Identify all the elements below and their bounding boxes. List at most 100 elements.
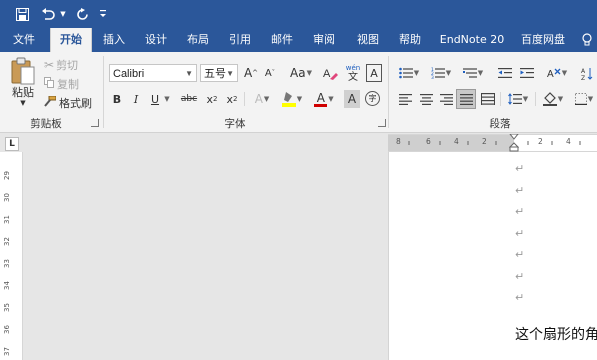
phonetic-guide-button[interactable]: wén 文 bbox=[344, 62, 362, 84]
chevron-down-icon[interactable]: ▼ bbox=[226, 65, 234, 83]
chevron-down-icon: ▼ bbox=[557, 95, 564, 103]
bold-button[interactable]: B bbox=[110, 90, 124, 108]
paragraph-mark: ↵ bbox=[515, 269, 525, 283]
font-size-value: 五号 bbox=[204, 68, 226, 80]
shading-button[interactable]: ▼ bbox=[540, 90, 566, 108]
paragraph-mark: ↵ bbox=[515, 205, 525, 218]
cut-button[interactable]: ✂ 剪切 bbox=[44, 57, 78, 72]
grow-font-button[interactable]: A ^ bbox=[243, 64, 259, 82]
subscript-button[interactable]: x2 bbox=[204, 90, 220, 108]
ruler-tick-label: 37 bbox=[3, 347, 11, 356]
clipboard-group-label: 剪贴板 bbox=[30, 118, 62, 130]
line-spacing-button[interactable]: ▼ bbox=[505, 90, 531, 108]
tab-home[interactable]: 开始 bbox=[50, 28, 92, 52]
paragraph-mark: ↵ bbox=[515, 291, 525, 304]
align-center-icon[interactable] bbox=[417, 90, 435, 108]
bullets-button[interactable]: ▼ bbox=[396, 64, 422, 82]
paste-icon[interactable] bbox=[8, 56, 38, 86]
multilevel-list-button[interactable]: ▼ bbox=[460, 64, 486, 82]
decrease-indent-icon[interactable] bbox=[496, 64, 514, 82]
tab-mailings[interactable]: 邮件 bbox=[264, 28, 300, 52]
tab-references[interactable]: 引用 bbox=[222, 28, 258, 52]
change-case-button[interactable]: Aa ▼ bbox=[286, 64, 316, 82]
copy-button[interactable]: 复制 bbox=[44, 76, 79, 91]
tab-review[interactable]: 审阅 bbox=[306, 28, 342, 52]
redo-icon[interactable] bbox=[72, 4, 92, 24]
format-painter-button[interactable]: 格式刷 bbox=[44, 95, 92, 110]
copy-label: 复制 bbox=[57, 77, 79, 91]
paste-dropdown-icon[interactable]: ▼ bbox=[18, 98, 28, 108]
tab-view[interactable]: 视图 bbox=[350, 28, 386, 52]
ruler-tick-label: 34 bbox=[3, 281, 11, 290]
align-left-icon[interactable] bbox=[396, 90, 414, 108]
underline-dropdown-icon[interactable]: ▼ bbox=[162, 92, 172, 106]
character-border-button[interactable]: A bbox=[366, 64, 382, 82]
horizontal-ruler[interactable]: 8 6 4 2 2 4 bbox=[388, 134, 597, 152]
tab-file[interactable]: 文件 bbox=[6, 28, 42, 52]
chevron-down-icon: ▼ bbox=[561, 69, 568, 77]
distributed-align-icon[interactable] bbox=[479, 90, 497, 108]
paint-bucket-icon bbox=[542, 92, 557, 106]
paragraph-mark: ↵ bbox=[515, 226, 525, 240]
text-effects-button[interactable]: A ▼ bbox=[250, 90, 274, 108]
ruler-ticks bbox=[408, 141, 581, 145]
italic-button[interactable]: I bbox=[129, 90, 143, 108]
indent-marker[interactable] bbox=[508, 133, 520, 152]
clipboard-launcher-icon[interactable] bbox=[91, 119, 99, 127]
paragraph-mark: ↵ bbox=[515, 248, 525, 261]
tab-design[interactable]: 设计 bbox=[138, 28, 174, 52]
document-page[interactable]: ↵ ↵ ↵ ↵ ↵ ↵ ↵ 这个扇形的角 bbox=[388, 152, 597, 360]
tab-selector[interactable]: L bbox=[5, 137, 19, 151]
font-launcher-icon[interactable] bbox=[378, 119, 386, 127]
document-text-line[interactable]: 这个扇形的角 bbox=[515, 324, 597, 344]
group-divider bbox=[103, 56, 104, 128]
chevron-down-icon: ▼ bbox=[306, 69, 312, 77]
paste-button-label[interactable]: 粘贴 bbox=[6, 85, 40, 99]
underline-button[interactable]: U bbox=[148, 90, 162, 108]
sort-icon[interactable]: AZ bbox=[578, 64, 596, 82]
ruler-tick-label: 36 bbox=[3, 325, 11, 334]
ruler-tick-label: 35 bbox=[3, 303, 11, 312]
group-divider bbox=[500, 92, 501, 106]
clear-formatting-icon[interactable]: A bbox=[322, 64, 338, 82]
increase-indent-icon[interactable] bbox=[518, 64, 536, 82]
chevron-down-icon: ▼ bbox=[445, 69, 452, 77]
lightbulb-icon[interactable] bbox=[578, 28, 596, 52]
undo-dropdown-icon[interactable]: ▼ bbox=[58, 4, 68, 24]
superscript-button[interactable]: x2 bbox=[224, 90, 240, 108]
chinese-layout-button[interactable]: A ▼ bbox=[544, 64, 570, 82]
borders-icon bbox=[574, 93, 587, 105]
highlighter-icon bbox=[281, 92, 296, 107]
chinese-layout-icon: A bbox=[547, 68, 561, 80]
align-right-icon[interactable] bbox=[437, 90, 455, 108]
ruler-tick-label: 30 bbox=[3, 193, 11, 202]
font-name-combo[interactable]: Calibri ▼ bbox=[109, 64, 197, 82]
tab-endnote[interactable]: EndNote 20 bbox=[438, 28, 506, 52]
caret-up-icon: ^ bbox=[252, 69, 259, 77]
tab-baidu-netdisk[interactable]: 百度网盘 bbox=[516, 28, 570, 52]
font-size-combo[interactable]: 五号 ▼ bbox=[200, 64, 238, 82]
vertical-ruler[interactable]: 29 30 31 32 33 34 35 36 37 bbox=[0, 152, 23, 360]
line-spacing-icon bbox=[507, 93, 522, 105]
numbering-button[interactable]: 123 ▼ bbox=[428, 64, 454, 82]
chevron-down-icon[interactable]: ▼ bbox=[185, 65, 193, 83]
title-bar: ▼ bbox=[0, 0, 597, 28]
character-shading-button[interactable]: A bbox=[344, 90, 360, 108]
shrink-font-button[interactable]: Aˇ bbox=[262, 64, 278, 82]
enclose-characters-button[interactable]: 字 bbox=[365, 91, 380, 106]
justify-icon[interactable] bbox=[456, 89, 476, 109]
grow-font-label: A bbox=[243, 66, 253, 80]
save-icon[interactable] bbox=[12, 4, 32, 24]
tab-help[interactable]: 帮助 bbox=[392, 28, 428, 52]
customize-qat-icon[interactable] bbox=[96, 4, 110, 24]
paragraph-mark: ↵ bbox=[515, 162, 525, 175]
tab-layout[interactable]: 布局 bbox=[180, 28, 216, 52]
font-color-button[interactable]: A ▼ bbox=[312, 90, 336, 108]
tab-insert[interactable]: 插入 bbox=[96, 28, 132, 52]
strikethrough-button[interactable]: abc bbox=[178, 90, 200, 108]
superscript-mark: 2 bbox=[233, 95, 238, 103]
group-divider bbox=[244, 92, 245, 106]
undo-icon[interactable] bbox=[38, 4, 58, 24]
highlight-button[interactable]: ▼ bbox=[280, 90, 304, 108]
borders-button[interactable]: ▼ bbox=[572, 90, 596, 108]
